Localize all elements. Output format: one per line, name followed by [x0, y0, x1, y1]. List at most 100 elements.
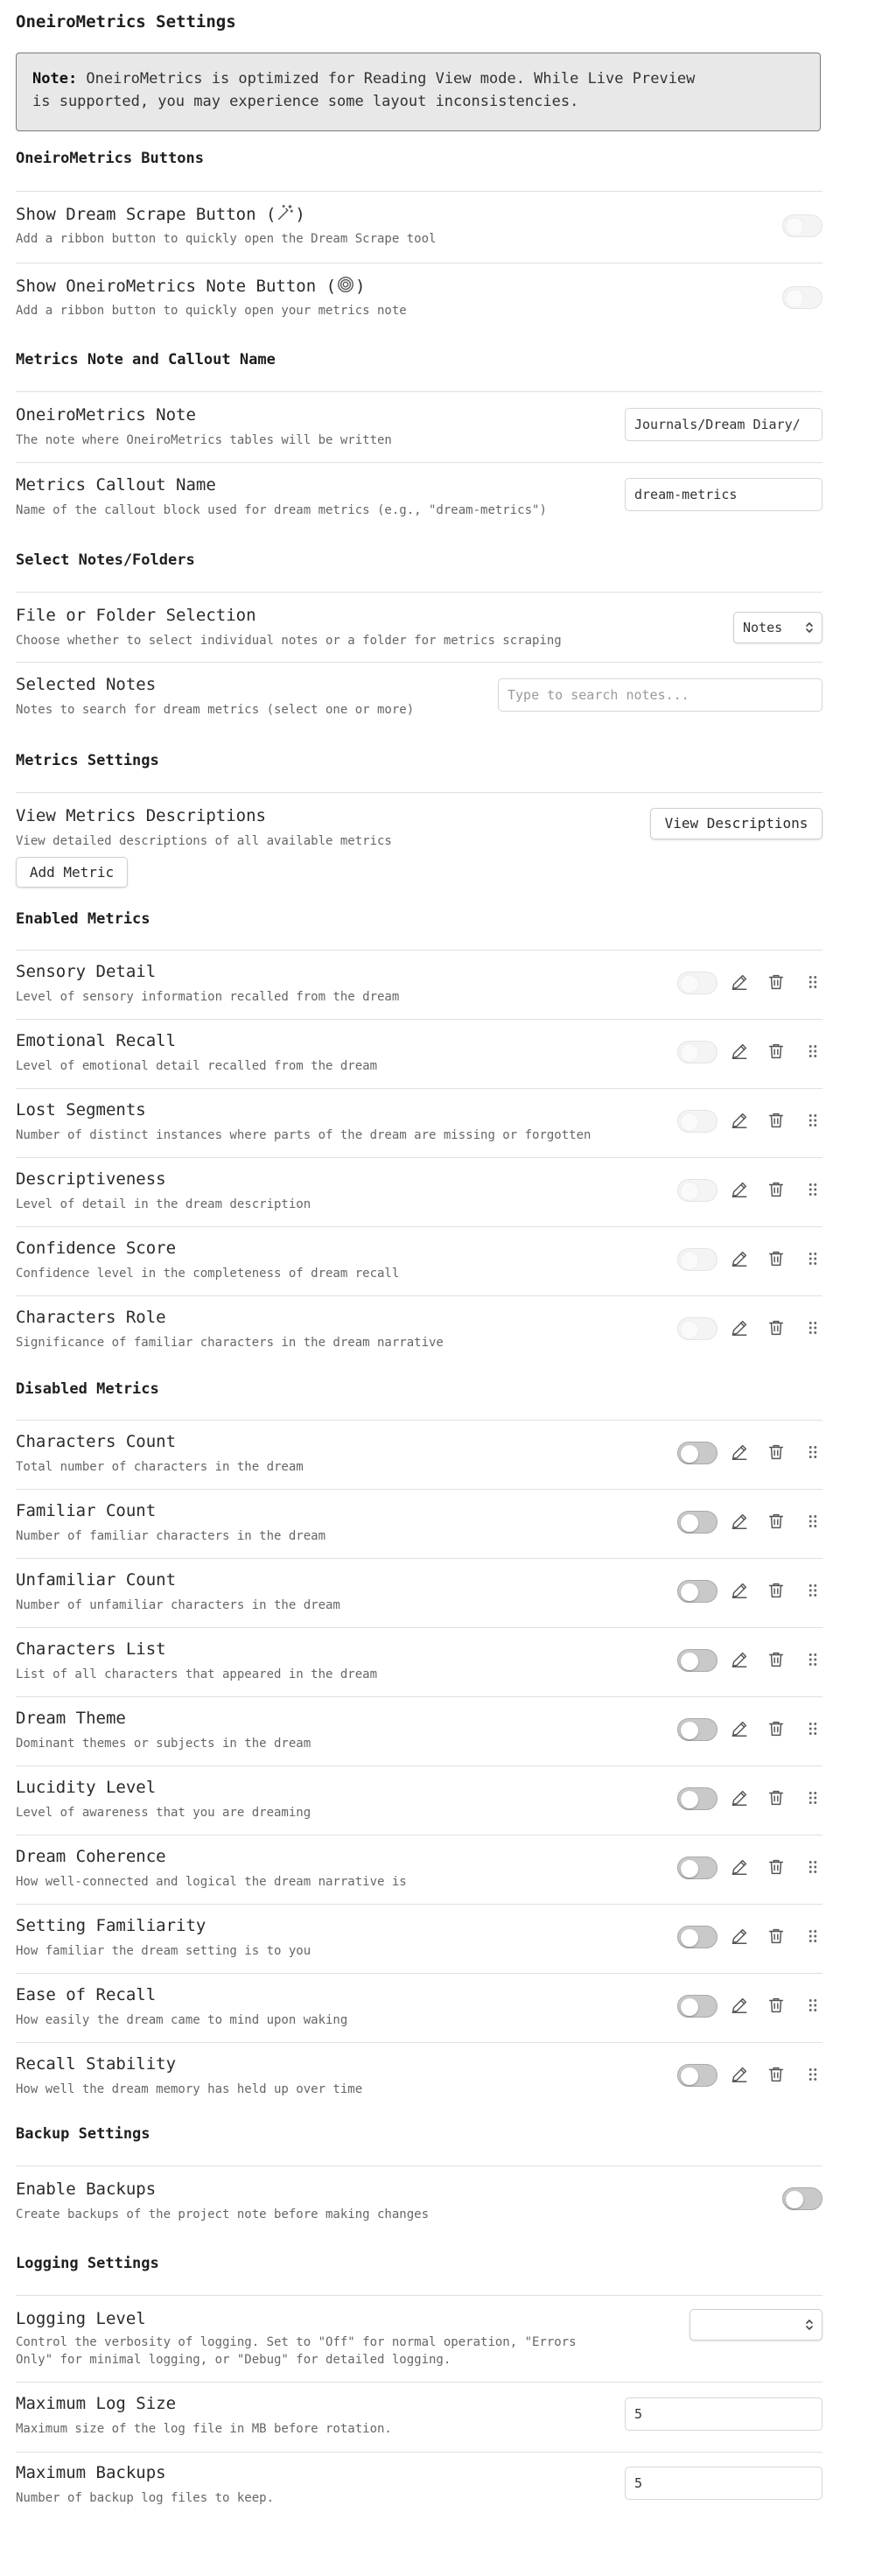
max-log-size-input[interactable]: 5 [625, 2397, 822, 2431]
divider [16, 1226, 822, 1227]
divider [16, 792, 822, 793]
drag-handle-icon[interactable] [803, 1111, 824, 1132]
drag-handle-icon[interactable] [803, 1857, 824, 1878]
chevron-updown-icon [806, 621, 813, 634]
trash-icon[interactable] [766, 1249, 788, 1270]
pencil-icon[interactable] [730, 1180, 751, 1201]
trash-icon[interactable] [766, 1650, 788, 1671]
pencil-icon[interactable] [730, 1650, 751, 1671]
pencil-icon[interactable] [730, 1581, 751, 1602]
drag-handle-icon[interactable] [803, 1927, 824, 1948]
view-descriptions-desc: View detailed descriptions of all availa… [16, 834, 392, 848]
drag-handle-icon[interactable] [803, 1512, 824, 1533]
drag-handle-icon[interactable] [803, 1996, 824, 2017]
pencil-icon[interactable] [730, 972, 751, 993]
enabled-lost-segments-toggle[interactable] [677, 1110, 718, 1133]
trash-icon[interactable] [766, 972, 788, 993]
divider [16, 1904, 822, 1905]
enabled-characters-role-toggle[interactable] [677, 1317, 718, 1340]
trash-icon[interactable] [766, 1512, 788, 1533]
disabled-setting-familiarity-toggle[interactable] [677, 1926, 718, 1948]
drag-handle-icon[interactable] [803, 1650, 824, 1671]
metrics-note-input[interactable]: Journals/Dream Diary/ [625, 408, 822, 441]
pencil-icon[interactable] [730, 1442, 751, 1463]
pencil-icon[interactable] [730, 1788, 751, 1809]
metrics-note-desc: The note where OneiroMetrics tables will… [16, 433, 392, 447]
drag-handle-icon[interactable] [803, 972, 824, 993]
pencil-icon[interactable] [730, 1512, 751, 1533]
add-metric-button[interactable]: Add Metric [16, 857, 128, 888]
trash-icon[interactable] [766, 1857, 788, 1878]
disabled-characters-count-toggle[interactable] [677, 1442, 718, 1464]
trash-icon[interactable] [766, 1111, 788, 1132]
trash-icon[interactable] [766, 1318, 788, 1339]
note-button-toggle[interactable] [782, 286, 822, 309]
metric-name: Familiar Count [16, 1501, 157, 1520]
trash-icon[interactable] [766, 1442, 788, 1463]
enabled-sensory-detail-toggle[interactable] [677, 972, 718, 994]
trash-icon[interactable] [766, 1581, 788, 1602]
trash-icon[interactable] [766, 1180, 788, 1201]
callout-name-input[interactable]: dream-metrics [625, 478, 822, 511]
trash-icon[interactable] [766, 2065, 788, 2086]
enabled-confidence-score-toggle[interactable] [677, 1248, 718, 1271]
callout-name-label: Metrics Callout Name [16, 475, 216, 495]
drag-handle-icon[interactable] [803, 1788, 824, 1809]
enabled-emotional-recall-toggle[interactable] [677, 1041, 718, 1063]
divider [16, 391, 822, 392]
pencil-icon[interactable] [730, 1719, 751, 1740]
drag-handle-icon[interactable] [803, 2065, 824, 2086]
divider [16, 1088, 822, 1089]
drag-handle-icon[interactable] [803, 1180, 824, 1201]
disabled-lucidity-level-toggle[interactable] [677, 1787, 718, 1810]
disabled-recall-stability-toggle[interactable] [677, 2064, 718, 2087]
drag-handle-icon[interactable] [803, 1318, 824, 1339]
selection-mode-select[interactable]: Notes [733, 612, 822, 643]
drag-handle-icon[interactable] [803, 1249, 824, 1270]
logging-level-select[interactable] [690, 2309, 822, 2341]
disabled-familiar-count-toggle[interactable] [677, 1511, 718, 1534]
reading-view-callout: Note: OneiroMetrics is optimized for Rea… [16, 53, 821, 131]
selection-mode-name: File or Folder Selection [16, 606, 256, 625]
pencil-icon[interactable] [730, 1111, 751, 1132]
disabled-dream-coherence-toggle[interactable] [677, 1857, 718, 1879]
drag-handle-icon[interactable] [803, 1042, 824, 1063]
pencil-icon[interactable] [730, 1996, 751, 2017]
trash-icon[interactable] [766, 1788, 788, 1809]
search-notes-input[interactable]: Type to search notes... [498, 678, 822, 712]
disabled-characters-list-toggle[interactable] [677, 1649, 718, 1672]
drag-handle-icon[interactable] [803, 1719, 824, 1740]
scrape-button-toggle[interactable] [782, 214, 822, 237]
trash-icon[interactable] [766, 1042, 788, 1063]
metric-name: Characters Role [16, 1308, 166, 1327]
metric-desc: Total number of characters in the dream [16, 1460, 304, 1474]
trash-icon[interactable] [766, 1927, 788, 1948]
metric-desc: Significance of familiar characters in t… [16, 1336, 444, 1350]
pencil-icon[interactable] [730, 1318, 751, 1339]
note-button-setting-desc: Add a ribbon button to quickly open your… [16, 304, 407, 318]
divider [16, 462, 822, 463]
metric-name: Lost Segments [16, 1100, 146, 1120]
pencil-icon[interactable] [730, 1857, 751, 1878]
selection-mode-value: Notes [743, 620, 783, 635]
pencil-icon[interactable] [730, 2065, 751, 2086]
pencil-icon[interactable] [730, 1927, 751, 1948]
pencil-icon[interactable] [730, 1042, 751, 1063]
disabled-ease-of-recall-toggle[interactable] [677, 1995, 718, 2018]
metric-desc: List of all characters that appeared in … [16, 1667, 378, 1681]
callout-text-1: OneiroMetrics is optimized for Reading V… [77, 70, 696, 88]
drag-handle-icon[interactable] [803, 1581, 824, 1602]
enable-backups-toggle[interactable] [782, 2187, 822, 2210]
drag-handle-icon[interactable] [803, 1442, 824, 1463]
pencil-icon[interactable] [730, 1249, 751, 1270]
trash-icon[interactable] [766, 1996, 788, 2017]
disabled-unfamiliar-count-toggle[interactable] [677, 1580, 718, 1603]
disabled-dream-theme-toggle[interactable] [677, 1718, 718, 1741]
divider [16, 1157, 822, 1158]
divider [16, 2382, 822, 2383]
trash-icon[interactable] [766, 1719, 788, 1740]
max-backups-input[interactable]: 5 [625, 2467, 822, 2500]
view-descriptions-button[interactable]: View Descriptions [650, 808, 822, 839]
enabled-descriptiveness-toggle[interactable] [677, 1179, 718, 1202]
magic-wand-icon [276, 203, 295, 227]
